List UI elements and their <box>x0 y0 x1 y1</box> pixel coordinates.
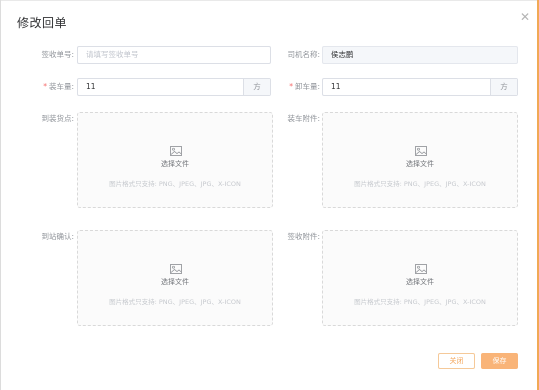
receipt-no-input[interactable]: 请填写签收单号 <box>77 46 271 64</box>
load-qty-label: * 装车量: <box>20 78 74 96</box>
upload-label-arrival: 到装货点: <box>41 114 74 123</box>
driver-name-value: 侯志鹏 <box>331 50 354 59</box>
upload-receipt[interactable]: 选择文件 图片格式只支持: PNG、JPEG、JPG、X-ICON <box>322 230 518 326</box>
save-button[interactable]: 保存 <box>481 353 518 369</box>
select-file-text: 选择文件 <box>406 160 434 168</box>
format-hint: 图片格式只支持: PNG、JPEG、JPG、X-ICON <box>354 180 486 188</box>
load-qty-label-text: 装车量: <box>48 82 74 91</box>
driver-name-label: 司机名称: <box>287 50 320 59</box>
load-qty-value: 11 <box>86 82 96 91</box>
select-file-text: 选择文件 <box>161 160 189 168</box>
required-mark: * <box>43 82 47 91</box>
image-icon <box>170 146 182 156</box>
select-file-text: 选择文件 <box>406 278 434 286</box>
upload-station[interactable]: 选择文件 图片格式只支持: PNG、JPEG、JPG、X-ICON <box>77 230 273 326</box>
close-button[interactable]: 关闭 <box>438 353 475 369</box>
upload-loading[interactable]: 选择文件 图片格式只支持: PNG、JPEG、JPG、X-ICON <box>322 112 518 208</box>
unload-qty-input[interactable]: 11 方 <box>322 78 518 96</box>
unload-qty-label: * 卸车量: <box>266 78 320 96</box>
close-icon[interactable]: ✕ <box>518 10 532 24</box>
image-icon <box>415 264 427 274</box>
receipt-no-placeholder: 请填写签收单号 <box>86 50 139 59</box>
unload-qty-value: 11 <box>331 82 341 91</box>
upload-arrival[interactable]: 选择文件 图片格式只支持: PNG、JPEG、JPG、X-ICON <box>77 112 273 208</box>
driver-name-field: 侯志鹏 <box>322 46 518 64</box>
format-hint: 图片格式只支持: PNG、JPEG、JPG、X-ICON <box>109 180 241 188</box>
unload-qty-unit: 方 <box>490 79 517 95</box>
format-hint: 图片格式只支持: PNG、JPEG、JPG、X-ICON <box>354 298 486 306</box>
left-border <box>0 0 1 390</box>
receipt-no-label: 签收单号: <box>41 50 74 59</box>
format-hint: 图片格式只支持: PNG、JPEG、JPG、X-ICON <box>109 298 241 306</box>
unload-qty-label-text: 卸车量: <box>294 82 320 91</box>
upload-label-loading: 装车附件: <box>287 114 320 123</box>
required-mark: * <box>289 82 293 91</box>
select-file-text: 选择文件 <box>161 278 189 286</box>
image-icon <box>170 264 182 274</box>
load-qty-input[interactable]: 11 方 <box>77 78 271 96</box>
upload-label-receipt: 签收附件: <box>287 232 320 241</box>
image-icon <box>415 146 427 156</box>
upload-label-station: 到站确认: <box>41 232 74 241</box>
dialog-title: 修改回单 <box>17 16 68 30</box>
top-border <box>0 0 539 1</box>
